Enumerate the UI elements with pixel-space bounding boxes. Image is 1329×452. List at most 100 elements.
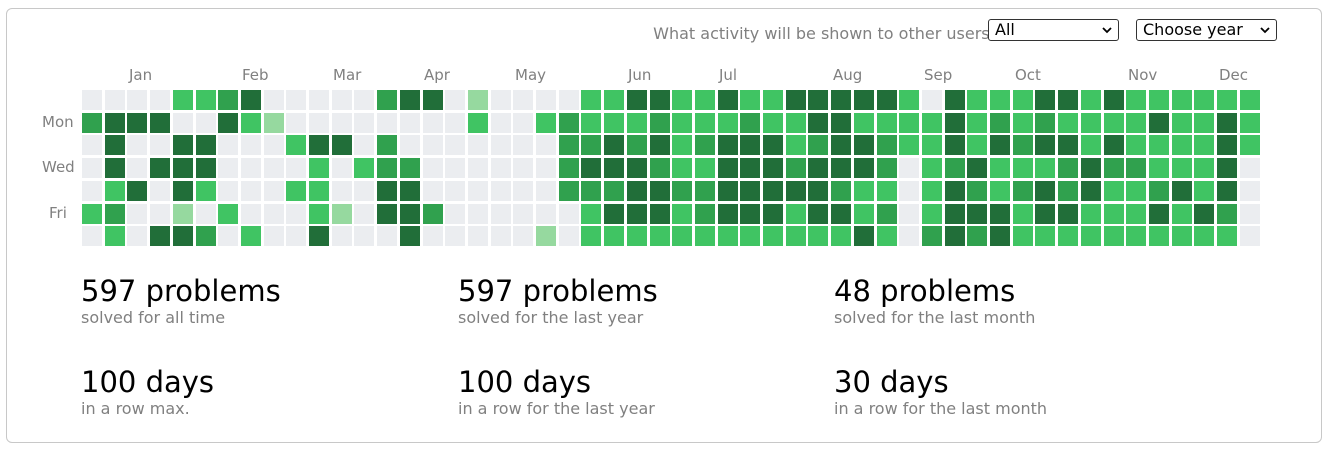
activity-cell[interactable] [786, 90, 806, 110]
activity-cell[interactable] [559, 135, 579, 155]
activity-cell[interactable] [945, 113, 965, 133]
activity-cell[interactable] [513, 113, 533, 133]
activity-cell[interactable] [581, 181, 601, 201]
activity-cell[interactable] [581, 158, 601, 178]
activity-cell[interactable] [127, 113, 147, 133]
activity-cell[interactable] [695, 135, 715, 155]
activity-cell[interactable] [173, 204, 193, 224]
activity-cell[interactable] [1126, 113, 1146, 133]
activity-cell[interactable] [967, 135, 987, 155]
activity-cell[interactable] [899, 113, 919, 133]
activity-cell[interactable] [1058, 181, 1078, 201]
activity-cell[interactable] [423, 181, 443, 201]
activity-cell[interactable] [105, 113, 125, 133]
activity-cell[interactable] [196, 204, 216, 224]
activity-cell[interactable] [672, 158, 692, 178]
activity-cell[interactable] [1172, 204, 1192, 224]
activity-cell[interactable] [627, 113, 647, 133]
activity-cell[interactable] [1149, 204, 1169, 224]
activity-cell[interactable] [491, 90, 511, 110]
activity-cell[interactable] [854, 135, 874, 155]
activity-cell[interactable] [581, 113, 601, 133]
activity-cell[interactable] [808, 113, 828, 133]
activity-cell[interactable] [990, 158, 1010, 178]
activity-cell[interactable] [877, 90, 897, 110]
activity-cell[interactable] [1149, 158, 1169, 178]
activity-cell[interactable] [786, 113, 806, 133]
activity-cell[interactable] [967, 226, 987, 246]
activity-cell[interactable] [1081, 90, 1101, 110]
activity-cell[interactable] [82, 181, 102, 201]
activity-cell[interactable] [581, 90, 601, 110]
activity-cell[interactable] [1194, 158, 1214, 178]
activity-cell[interactable] [1081, 113, 1101, 133]
activity-cell[interactable] [786, 204, 806, 224]
activity-cell[interactable] [468, 226, 488, 246]
activity-cell[interactable] [468, 113, 488, 133]
activity-cell[interactable] [695, 181, 715, 201]
activity-cell[interactable] [922, 204, 942, 224]
activity-cell[interactable] [491, 181, 511, 201]
activity-cell[interactable] [400, 90, 420, 110]
activity-cell[interactable] [808, 226, 828, 246]
activity-cell[interactable] [1194, 181, 1214, 201]
activity-cell[interactable] [105, 181, 125, 201]
activity-cell[interactable] [400, 158, 420, 178]
activity-cell[interactable] [241, 158, 261, 178]
activity-cell[interactable] [150, 113, 170, 133]
activity-cell[interactable] [672, 226, 692, 246]
activity-cell[interactable] [922, 113, 942, 133]
activity-cell[interactable] [354, 226, 374, 246]
activity-cell[interactable] [581, 204, 601, 224]
activity-cell[interactable] [627, 204, 647, 224]
activity-cell[interactable] [695, 113, 715, 133]
activity-cell[interactable] [627, 158, 647, 178]
activity-cell[interactable] [740, 181, 760, 201]
activity-cell[interactable] [150, 158, 170, 178]
activity-cell[interactable] [786, 226, 806, 246]
activity-cell[interactable] [377, 113, 397, 133]
activity-cell[interactable] [423, 226, 443, 246]
activity-cell[interactable] [241, 181, 261, 201]
activity-cell[interactable] [309, 181, 329, 201]
activity-cell[interactable] [718, 158, 738, 178]
activity-cell[interactable] [354, 204, 374, 224]
activity-cell[interactable] [354, 158, 374, 178]
activity-cell[interactable] [150, 135, 170, 155]
activity-cell[interactable] [309, 135, 329, 155]
activity-cell[interactable] [990, 135, 1010, 155]
activity-cell[interactable] [831, 90, 851, 110]
activity-cell[interactable] [127, 135, 147, 155]
activity-cell[interactable] [196, 90, 216, 110]
activity-cell[interactable] [513, 204, 533, 224]
activity-cell[interactable] [127, 204, 147, 224]
activity-cell[interactable] [1172, 226, 1192, 246]
activity-cell[interactable] [173, 158, 193, 178]
activity-cell[interactable] [763, 113, 783, 133]
activity-cell[interactable] [786, 181, 806, 201]
activity-cell[interactable] [377, 158, 397, 178]
activity-cell[interactable] [513, 226, 533, 246]
activity-cell[interactable] [491, 135, 511, 155]
activity-cell[interactable] [854, 113, 874, 133]
activity-cell[interactable] [559, 90, 579, 110]
activity-cell[interactable] [1035, 135, 1055, 155]
activity-cell[interactable] [332, 158, 352, 178]
activity-cell[interactable] [559, 158, 579, 178]
activity-cell[interactable] [1035, 90, 1055, 110]
activity-cell[interactable] [445, 113, 465, 133]
activity-cell[interactable] [400, 226, 420, 246]
activity-cell[interactable] [1126, 204, 1146, 224]
activity-cell[interactable] [196, 113, 216, 133]
activity-cell[interactable] [286, 90, 306, 110]
activity-cell[interactable] [945, 226, 965, 246]
activity-cell[interactable] [173, 226, 193, 246]
activity-cell[interactable] [1058, 158, 1078, 178]
activity-cell[interactable] [967, 113, 987, 133]
activity-cell[interactable] [127, 226, 147, 246]
activity-cell[interactable] [877, 181, 897, 201]
activity-cell[interactable] [536, 181, 556, 201]
activity-cell[interactable] [218, 226, 238, 246]
activity-cell[interactable] [332, 226, 352, 246]
activity-cell[interactable] [264, 90, 284, 110]
